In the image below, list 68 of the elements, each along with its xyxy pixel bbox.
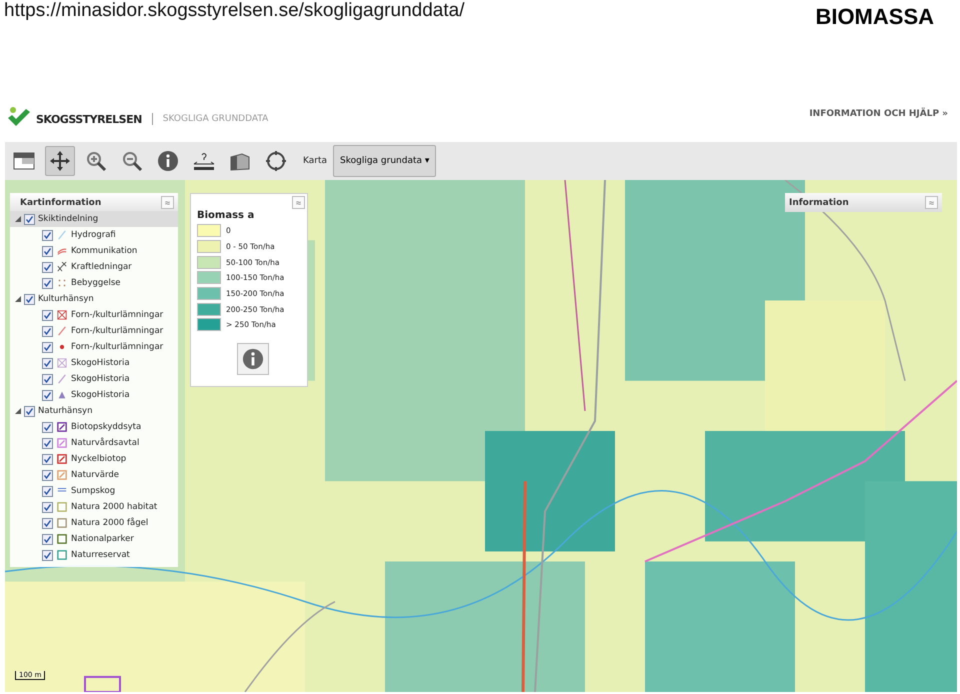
expand-toggle-icon[interactable] [15, 216, 21, 222]
layer-label: Hydrografi [71, 230, 116, 240]
checkbox[interactable] [24, 294, 35, 304]
layer-group-label: Naturhänsyn [38, 406, 92, 416]
brand-name: SKOGSSTYRELSEN [36, 112, 142, 126]
layer-label: SkogoHistoria [71, 374, 130, 384]
expand-toggle-icon[interactable] [15, 408, 21, 414]
zoom-in-icon [84, 149, 108, 173]
info-icon [156, 149, 180, 173]
layer-label: Sumpskog [71, 486, 116, 496]
map-dropdown[interactable]: Skogliga grundata ▾ [333, 145, 436, 177]
checkbox[interactable] [24, 406, 35, 416]
panel-title: Information [789, 198, 849, 208]
help-link[interactable]: INFORMATION OCH HJÄLP » [809, 109, 948, 119]
expand-toggle-icon[interactable] [15, 296, 21, 302]
layer-label: Kraftledningar [71, 262, 132, 272]
tool-button[interactable] [45, 146, 75, 176]
checkbox[interactable] [42, 502, 53, 512]
layer-label: Biotopskyddsyta [71, 422, 142, 432]
layer-label: SkogoHistoria [71, 390, 130, 400]
checkbox[interactable] [42, 454, 53, 464]
zoom-out-icon [120, 149, 144, 173]
map-label: Karta [303, 156, 328, 166]
checkbox[interactable] [42, 470, 53, 480]
legend-title: Biomass a [197, 210, 256, 221]
layer-label: Nationalparker [71, 534, 134, 544]
collapse-button[interactable]: ≈ [161, 196, 174, 209]
layer-label: Naturreservat [71, 550, 130, 560]
checkbox[interactable] [42, 486, 53, 496]
checkbox[interactable] [42, 518, 53, 528]
layer-label: Natura 2000 habitat [71, 502, 158, 512]
checkbox[interactable] [42, 246, 53, 256]
layer-label: Nyckelbiotop [71, 454, 126, 464]
checkbox[interactable] [42, 342, 53, 352]
layer-group-label: Skiktindelning [38, 214, 98, 224]
checkbox[interactable] [42, 422, 53, 432]
checkbox[interactable] [42, 550, 53, 560]
layer-label: Naturvärde [71, 470, 119, 480]
checkbox[interactable] [42, 230, 53, 240]
layer-label: Naturvårdsavtal [71, 438, 140, 448]
layer-label: Forn-/kulturlämningar [71, 342, 164, 352]
panel-title: Kartinformation [20, 198, 102, 208]
collapse-button[interactable]: ≈ [292, 196, 305, 209]
checkbox[interactable] [42, 278, 53, 288]
layer-label: Kommunikation [71, 246, 138, 256]
layer-label: SkogoHistoria [71, 358, 130, 368]
checkbox[interactable] [42, 262, 53, 272]
expand-button[interactable]: ≈ [925, 196, 938, 209]
info-icon [242, 348, 264, 370]
pan-icon [48, 149, 72, 173]
layer-label: Bebyggelse [71, 278, 121, 288]
layer-label: Forn-/kulturlämningar [71, 326, 164, 336]
layer-label: Forn-/kulturlämningar [71, 310, 164, 320]
checkbox[interactable] [42, 438, 53, 448]
info-button[interactable] [237, 342, 269, 375]
checkbox[interactable] [42, 326, 53, 336]
checkbox[interactable] [42, 310, 53, 320]
checkbox[interactable] [24, 214, 35, 224]
checkbox[interactable] [42, 374, 53, 384]
checkbox[interactable] [42, 358, 53, 368]
target-icon [264, 149, 288, 173]
checkbox[interactable] [42, 534, 53, 544]
page-url: https://minasidor.skogsstyrelsen.se/skogligagrunddata/ [4, 0, 464, 22]
app-subtitle: SKOGLIGA GRUNDDATA [162, 114, 268, 124]
checkbox[interactable] [42, 390, 53, 400]
layer-label: Natura 2000 fågel [71, 518, 148, 528]
page-title: BIOMASSA [815, 4, 934, 30]
layer-group-label: Kulturhänsyn [38, 294, 94, 304]
